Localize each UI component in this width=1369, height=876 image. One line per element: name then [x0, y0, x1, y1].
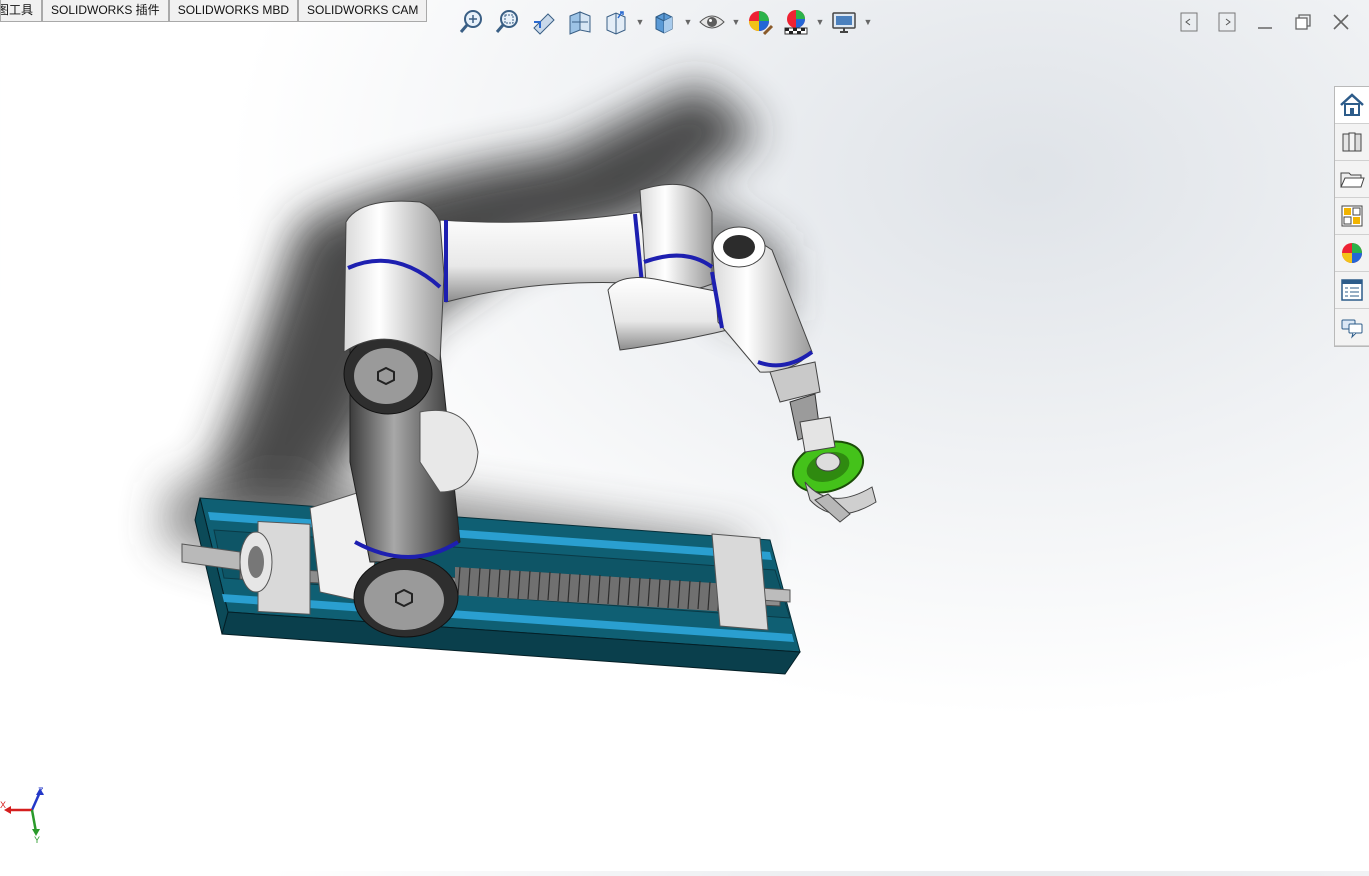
previous-view-icon[interactable]: [527, 6, 561, 38]
orientation-triad: Z X Y: [0, 782, 50, 845]
apply-scene-icon[interactable]: [779, 6, 813, 38]
restore-right-icon[interactable]: [1213, 8, 1241, 36]
restore-left-icon[interactable]: [1175, 8, 1203, 36]
triad-z-label: Z: [38, 786, 44, 796]
tab-solidworks-cam[interactable]: SOLIDWORKS CAM: [298, 0, 428, 22]
bearing-block-right: [711, 533, 769, 631]
display-style-dropdown-icon[interactable]: ▼: [683, 6, 693, 38]
close-icon[interactable]: [1327, 8, 1355, 36]
view-settings-dropdown-icon[interactable]: ▼: [863, 6, 873, 38]
view-orientation-dropdown-icon[interactable]: ▼: [635, 6, 645, 38]
maximize-icon[interactable]: [1289, 8, 1317, 36]
linear-rail: [181, 497, 801, 675]
edit-appearance-icon[interactable]: [743, 6, 777, 38]
tab-sketch-tools[interactable]: 草图工具: [0, 0, 42, 22]
zoom-to-area-icon[interactable]: [491, 6, 525, 38]
heads-up-view-toolbar: ▼ ▼ ▼ ▼ ▼: [455, 6, 873, 38]
view-orientation-icon[interactable]: [599, 6, 633, 38]
section-view-icon[interactable]: [563, 6, 597, 38]
triad-x-label: X: [0, 800, 6, 810]
hide-show-items-icon[interactable]: [695, 6, 729, 38]
tab-solidworks-addins[interactable]: SOLIDWORKS 插件: [42, 0, 169, 22]
view-settings-icon[interactable]: [827, 6, 861, 38]
solidworks-forum-icon[interactable]: [1335, 309, 1369, 346]
task-pane: [1334, 86, 1369, 347]
view-palette-icon[interactable]: [1335, 198, 1369, 235]
triad-y-axis: [30, 809, 38, 833]
design-library-icon[interactable]: [1335, 124, 1369, 161]
hide-show-dropdown-icon[interactable]: ▼: [731, 6, 741, 38]
appearances-scenes-icon[interactable]: [1335, 235, 1369, 272]
zoom-to-fit-icon[interactable]: [455, 6, 489, 38]
file-explorer-icon[interactable]: [1335, 161, 1369, 198]
robot-model[interactable]: [0, 22, 1330, 871]
command-manager-tabs: 草图工具 SOLIDWORKS 插件 SOLIDWORKS MBD SOLIDW…: [0, 0, 428, 22]
apply-scene-dropdown-icon[interactable]: ▼: [815, 6, 825, 38]
solidworks-resources-icon[interactable]: [1335, 87, 1369, 124]
display-style-icon[interactable]: [647, 6, 681, 38]
graphics-area[interactable]: [0, 22, 1330, 871]
tab-solidworks-mbd[interactable]: SOLIDWORKS MBD: [168, 0, 299, 22]
custom-properties-icon[interactable]: [1335, 272, 1369, 309]
triad-y-label: Y: [34, 835, 40, 844]
minimize-icon[interactable]: [1251, 8, 1279, 36]
window-controls: [1175, 8, 1355, 36]
